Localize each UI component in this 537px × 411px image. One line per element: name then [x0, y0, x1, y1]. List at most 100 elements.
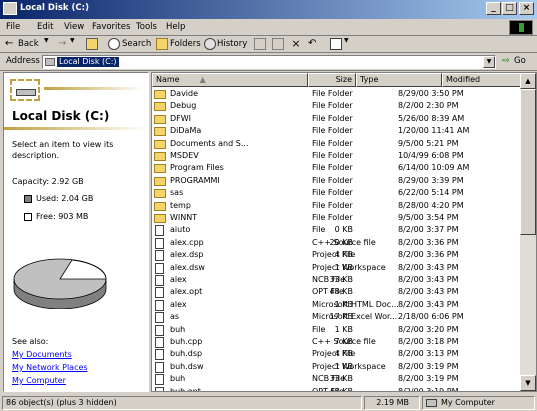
cell-type: File Folder	[312, 151, 353, 160]
list-item[interactable]: buh.dsp 4 KB Project File 8/2/00 3:13 PM	[152, 348, 522, 361]
column-name[interactable]: Name ▲	[152, 73, 308, 87]
list-item[interactable]: alex 1 KB Microsoft HTML Doc... 8/2/00 3:43…	[152, 299, 522, 311]
undo-icon[interactable]: ↶	[308, 38, 320, 50]
file-icon	[155, 324, 164, 336]
list-item[interactable]: alex.dsw 1 KB Project Workspace 8/2/00 3:43…	[152, 262, 522, 274]
search-icon[interactable]	[108, 38, 120, 50]
history-icon[interactable]	[204, 38, 216, 50]
cell-type: File	[312, 225, 326, 235]
menu-help[interactable]: Help	[166, 22, 185, 32]
list-item[interactable]: Documents and S... File Folder 9/5/00 5:21…	[152, 138, 522, 150]
cell-name: sas	[170, 188, 184, 198]
back-dropdown-icon[interactable]: ▼	[44, 37, 49, 44]
file-icon	[155, 386, 164, 391]
cell-modified: 8/2/00 3:43 PM	[398, 262, 459, 272]
scroll-up-icon[interactable]: ▲	[520, 73, 536, 89]
list-item[interactable]: alex.dsp 4 KB Project File 8/2/00 3:36 PM	[152, 249, 522, 262]
list-item[interactable]: alex.cpp 20 KB C++ Source file 8/2/00 3:36 …	[152, 237, 522, 249]
back-button[interactable]: Back	[18, 39, 39, 49]
column-type[interactable]: Type	[356, 73, 442, 87]
cell-type: File Folder	[312, 163, 353, 173]
list-item[interactable]: Program Files File Folder 6/14/00 10:09 AM	[152, 162, 522, 174]
link-my-documents[interactable]: My Documents	[12, 350, 72, 359]
back-arrow-icon[interactable]: ←	[5, 38, 17, 50]
link-my-computer[interactable]: My Computer	[12, 376, 66, 385]
list-item[interactable]: MSDEV File Folder 10/4/99 6:08 PM	[152, 150, 522, 162]
forward-dropdown-icon[interactable]: ▼	[70, 37, 75, 44]
menu-favorites[interactable]: Favorites	[92, 22, 130, 32]
list-item[interactable]: as 17 KB Microsoft Excel Wor... 2/18/00 6:0…	[152, 311, 522, 324]
my-computer-icon	[426, 399, 437, 407]
minimize-button[interactable]: _	[486, 2, 501, 15]
go-button[interactable]: Go	[514, 56, 526, 66]
cell-name: Debug	[170, 101, 197, 111]
forward-arrow-icon[interactable]: →	[58, 38, 70, 50]
views-icon[interactable]	[330, 38, 342, 50]
see-also-label: See also:	[12, 337, 49, 346]
list-item[interactable]: DiDaMa File Folder 1/20/00 11:41 AM	[152, 125, 522, 137]
cell-name: buh.opt	[170, 386, 201, 391]
sort-ascending-icon: ▲	[199, 75, 206, 84]
menu-edit[interactable]: Edit	[37, 22, 53, 32]
list-item[interactable]: sas File Folder 6/22/00 5:14 PM	[152, 187, 522, 199]
list-item[interactable]: aiuto 0 KB File 8/2/00 3:37 PM	[152, 224, 522, 237]
maximize-button[interactable]: □	[502, 2, 517, 15]
title-bar[interactable]: Local Disk (C:) _ □ ×	[0, 0, 537, 19]
delete-icon[interactable]: ×	[290, 38, 302, 50]
file-icon	[155, 312, 164, 324]
window-title: Local Disk (C:)	[20, 3, 89, 13]
address-input[interactable]: Local Disk (C:) ▼	[42, 55, 496, 69]
list-item[interactable]: temp File Folder 8/28/00 4:20 PM	[152, 200, 522, 212]
history-button[interactable]: History	[217, 39, 247, 49]
cell-name: buh	[170, 324, 186, 334]
status-objects: 86 object(s) (plus 3 hidden)	[2, 396, 362, 410]
menu-file[interactable]: File	[6, 22, 20, 32]
menu-view[interactable]: View	[64, 22, 84, 32]
list-item[interactable]: PROGRAMMI File Folder 8/29/00 3:39 PM	[152, 175, 522, 187]
list-item[interactable]: alex 33 KB NCB File 8/2/00 3:43 PM	[152, 274, 522, 286]
address-dropdown-icon[interactable]: ▼	[483, 56, 495, 68]
up-folder-icon[interactable]	[86, 38, 98, 50]
list-item[interactable]: buh 33 KB NCB File 8/2/00 3:19 PM	[152, 373, 522, 386]
list-item[interactable]: WINNT File Folder 9/5/00 3:54 PM	[152, 212, 522, 224]
list-item[interactable]: alex.opt 48 KB OPT File 8/2/00 3:43 PM	[152, 286, 522, 299]
list-item[interactable]: buh 1 KB File 8/2/00 3:20 PM	[152, 324, 522, 336]
cell-modified: 8/2/00 3:43 PM	[398, 275, 459, 284]
cell-name: buh	[170, 374, 186, 384]
vertical-scrollbar[interactable]: ▲ ▼	[520, 73, 536, 391]
toolbar: ← Back ▼ → ▼ Search Folders History × ↶ …	[0, 36, 537, 53]
cell-name: MSDEV	[170, 151, 199, 160]
go-arrow-icon[interactable]: ⇨	[502, 56, 510, 66]
status-zone: My Computer	[422, 396, 535, 410]
menu-tools[interactable]: Tools	[136, 22, 157, 32]
drive-large-icon	[10, 79, 40, 101]
folders-button[interactable]: Folders	[170, 39, 201, 49]
drive-icon	[3, 2, 17, 15]
copy-to-icon[interactable]	[272, 38, 284, 50]
title-divider	[4, 127, 148, 130]
cell-name: alex.opt	[170, 287, 203, 297]
file-icon	[155, 225, 164, 237]
scroll-down-icon[interactable]: ▼	[520, 375, 536, 391]
search-button[interactable]: Search	[122, 39, 151, 49]
close-button[interactable]: ×	[519, 2, 534, 15]
cell-name: DiDaMa	[170, 126, 202, 136]
cell-name: Program Files	[170, 163, 224, 173]
list-item[interactable]: buh.opt48 KBOPT File8/2/00 3:19 PM	[152, 386, 522, 391]
folders-icon[interactable]	[156, 38, 168, 50]
column-size[interactable]: Size	[308, 73, 356, 87]
drive-small-icon	[45, 58, 55, 66]
move-to-icon[interactable]	[254, 38, 266, 50]
scroll-thumb[interactable]	[520, 89, 536, 235]
list-item[interactable]: buh.cpp 7 KB C++ Source file 8/2/00 3:18 PM	[152, 336, 522, 348]
list-item[interactable]: DFWI File Folder 5/26/00 8:39 AM	[152, 113, 522, 125]
link-my-network-places[interactable]: My Network Places	[12, 363, 88, 372]
list-item[interactable]: Debug File Folder 8/2/00 2:30 PM	[152, 100, 522, 112]
list-item[interactable]: buh.dsw 1 KB Project Workspace 8/2/00 3:19 …	[152, 361, 522, 373]
list-item[interactable]: Davide File Folder 8/29/00 3:50 PM	[152, 88, 522, 100]
column-modified[interactable]: Modified	[442, 73, 522, 87]
file-icon	[155, 337, 164, 348]
views-dropdown-icon[interactable]: ▼	[344, 37, 349, 44]
cell-name: buh.cpp	[170, 337, 203, 346]
cell-name: alex.dsw	[170, 262, 205, 272]
